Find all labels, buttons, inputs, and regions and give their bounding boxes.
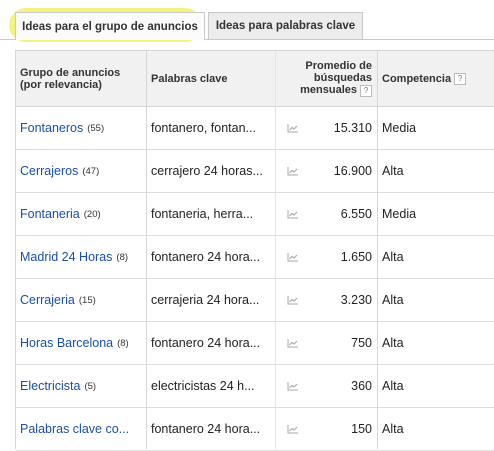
ad-group-link[interactable]: Cerrajeria — [20, 293, 75, 307]
keywords-cell: electricistas 24 h... — [151, 379, 255, 393]
ad-group-link[interactable]: Fontaneros — [20, 121, 83, 135]
competition-cell: Media — [382, 121, 417, 135]
competition-cell: Alta — [382, 422, 404, 436]
tab-keyword-ideas[interactable]: Ideas para palabras clave — [208, 12, 363, 39]
avg-monthly-searches-cell: 150 — [351, 422, 372, 436]
keywords-cell: cerrajero 24 horas... — [151, 164, 263, 178]
ad-group-cell: Fontaneria (20) — [20, 193, 145, 235]
tab-ad-group-ideas[interactable]: Ideas para el grupo de anuncios — [15, 12, 205, 40]
ad-group-keyword-count: (8) — [116, 251, 129, 263]
header-avg-line2: búsquedas — [313, 72, 372, 85]
avg-monthly-searches-cell: 3.230 — [340, 293, 372, 307]
table-row: Fontaneria (20) fontaneria, herra... 6.550 M… — [16, 193, 494, 236]
tab-bar: Ideas para el grupo de anuncios Ideas pa… — [0, 0, 494, 42]
column-divider — [377, 51, 378, 449]
column-divider — [146, 51, 147, 449]
ad-group-cell: Palabras clave co... — [20, 408, 145, 450]
help-icon[interactable]: ? — [454, 72, 467, 85]
table-row: Cerrajeros (47) cerrajero 24 horas... 16.90… — [16, 150, 494, 193]
avg-monthly-searches-cell: 360 — [351, 379, 372, 393]
header-ad-group-line1: Grupo de anuncios — [20, 66, 121, 79]
table-row: Cerrajeria (15) cerrajeria 24 hora... 3.230… — [16, 279, 494, 322]
trend-chart-icon[interactable] — [278, 107, 308, 149]
keywords-cell: fontanero 24 hora... — [151, 422, 261, 436]
header-avg-line1: Promedio de — [305, 60, 372, 73]
ad-group-link[interactable]: Horas Barcelona — [20, 336, 113, 350]
ad-group-cell: Electricista (5) — [20, 365, 145, 407]
header-competition-label: Competencia — [382, 72, 452, 85]
ad-group-link[interactable]: Electricista — [20, 379, 80, 393]
column-divider — [275, 51, 276, 449]
avg-monthly-searches-cell: 15.310 — [333, 121, 372, 135]
competition-cell: Alta — [382, 250, 404, 264]
keywords-cell: fontanero 24 hora... — [151, 336, 261, 350]
trend-chart-icon[interactable] — [278, 236, 308, 278]
trend-chart-icon[interactable] — [278, 150, 308, 192]
help-icon[interactable]: ? — [360, 84, 372, 97]
ad-group-link[interactable]: Cerrajeros — [20, 164, 78, 178]
ad-group-keyword-count: (8) — [117, 337, 129, 349]
keywords-cell: fontanero, fontan... — [151, 121, 256, 135]
table-row: Madrid 24 Horas (8) fontanero 24 hora... 1.… — [16, 236, 494, 279]
ad-group-link[interactable]: Fontaneria — [20, 207, 80, 221]
header-ad-group-line2: (por relevancia) — [20, 78, 102, 91]
trend-chart-icon[interactable] — [278, 193, 308, 235]
keywords-cell: cerrajeria 24 hora... — [151, 293, 260, 307]
ad-group-keyword-count: (47) — [82, 165, 100, 177]
header-avg-line3: mensuales — [300, 84, 357, 97]
trend-chart-icon[interactable] — [278, 322, 308, 364]
ad-group-link[interactable]: Madrid 24 Horas — [20, 250, 112, 264]
ad-group-keyword-count: (5) — [84, 380, 97, 392]
avg-monthly-searches-cell: 750 — [351, 336, 372, 350]
ad-group-cell: Madrid 24 Horas (8) — [20, 236, 145, 278]
ad-group-cell: Horas Barcelona (8) — [20, 322, 145, 364]
ad-group-keyword-count: (15) — [78, 294, 96, 306]
competition-cell: Alta — [382, 336, 404, 350]
ad-group-ideas-table: Grupo de anuncios (por relevancia) Palab… — [15, 50, 494, 451]
competition-cell: Alta — [382, 164, 404, 178]
tab-ad-group-ideas-label: Ideas para el grupo de anuncios — [22, 20, 198, 33]
header-keywords[interactable]: Palabras clave — [151, 51, 271, 106]
ad-group-link[interactable]: Palabras clave co... — [20, 422, 129, 436]
keywords-cell: fontaneria, herra... — [151, 207, 254, 221]
table-row: Fontaneros (55) fontanero, fontan... 15.310… — [16, 107, 494, 150]
trend-chart-icon[interactable] — [278, 365, 308, 407]
tab-keyword-ideas-label: Ideas para palabras clave — [215, 20, 356, 32]
avg-monthly-searches-cell: 6.550 — [340, 207, 372, 221]
competition-cell: Media — [382, 207, 417, 221]
header-ad-group[interactable]: Grupo de anuncios (por relevancia) — [20, 51, 145, 106]
avg-monthly-searches-cell: 1.650 — [340, 250, 372, 264]
trend-chart-icon[interactable] — [278, 408, 308, 450]
competition-cell: Alta — [382, 293, 404, 307]
competition-cell: Alta — [382, 379, 404, 393]
table-row: Electricista (5) electricistas 24 h... 360 A… — [16, 365, 494, 408]
avg-monthly-searches-cell: 16.900 — [333, 164, 372, 178]
ad-group-cell: Cerrajeria (15) — [20, 279, 145, 321]
table-row: Palabras clave co... fontanero 24 hora...… — [16, 408, 494, 451]
header-avg-monthly-searches[interactable]: Promedio de búsquedas mensuales? — [278, 51, 372, 106]
table-header: Grupo de anuncios (por relevancia) Palab… — [16, 51, 494, 107]
ad-group-keyword-count: (55) — [87, 122, 105, 134]
trend-chart-icon[interactable] — [278, 279, 308, 321]
header-competition[interactable]: Competencia? — [382, 51, 492, 106]
ad-group-cell: Cerrajeros (47) — [20, 150, 145, 192]
ad-group-cell: Fontaneros (55) — [20, 107, 145, 149]
keywords-cell: fontanero 24 hora... — [151, 250, 261, 264]
table-row: Horas Barcelona (8) fontanero 24 hora... 75… — [16, 322, 494, 365]
ad-group-keyword-count: (20) — [83, 208, 101, 220]
